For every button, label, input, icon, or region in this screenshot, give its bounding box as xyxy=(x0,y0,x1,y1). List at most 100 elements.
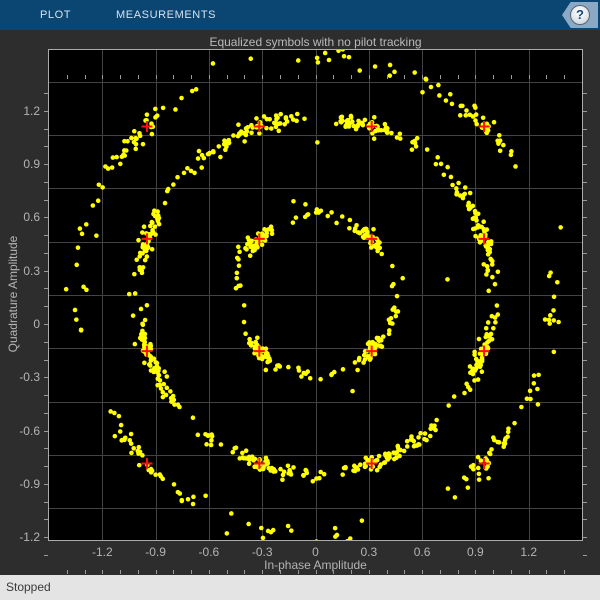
x-tick-label: 1.2 xyxy=(520,545,538,559)
plot-area[interactable] xyxy=(48,49,583,541)
axis-tick-mark xyxy=(44,342,48,343)
axis-tick-mark xyxy=(583,342,587,343)
x-tick-label: -1.2 xyxy=(91,545,113,559)
axis-tick-mark xyxy=(156,570,157,574)
scope-panel: Equalized symbols with no pilot tracking… xyxy=(0,30,600,575)
axis-tick-mark xyxy=(156,75,157,79)
status-bar: Stopped xyxy=(0,575,600,600)
x-tick-label: -0.6 xyxy=(198,545,220,559)
axis-tick-mark xyxy=(209,570,210,574)
axis-tick-mark xyxy=(44,182,48,183)
axis-tick-mark xyxy=(387,570,388,574)
axis-tick-mark xyxy=(546,570,547,574)
axis-tick-mark xyxy=(458,75,459,79)
axis-tick-mark xyxy=(583,519,587,520)
axis-tick-mark xyxy=(44,537,48,538)
axis-tick-mark xyxy=(227,570,228,574)
axis-tick-mark xyxy=(583,271,587,272)
axis-tick-mark xyxy=(583,200,587,201)
axis-tick-mark xyxy=(44,448,48,449)
axis-tick-mark xyxy=(44,466,48,467)
axis-tick-mark xyxy=(316,570,317,574)
axis-tick-mark xyxy=(44,555,48,556)
axis-tick-mark xyxy=(244,570,245,574)
constellation-plot-canvas[interactable] xyxy=(49,50,582,540)
axis-tick-mark xyxy=(44,200,48,201)
axis-tick-mark xyxy=(351,570,352,574)
axis-tick-mark xyxy=(85,75,86,79)
y-tick-label: 0.9 xyxy=(23,157,40,172)
constellation-diagram-window: PLOT MEASUREMENTS ? Equalized symbols wi… xyxy=(0,0,600,600)
axis-tick-mark xyxy=(138,570,139,574)
axis-tick-mark xyxy=(191,75,192,79)
y-tick-label: -0.3 xyxy=(19,370,40,385)
axis-tick-mark xyxy=(44,217,48,218)
y-tick-label: 0 xyxy=(33,317,40,331)
axis-tick-mark xyxy=(102,570,103,574)
axis-tick-mark xyxy=(387,75,388,79)
axis-tick-mark xyxy=(404,75,405,79)
axis-tick-mark xyxy=(67,570,68,574)
axis-tick-mark xyxy=(493,75,494,79)
axis-tick-mark xyxy=(44,377,48,378)
axis-tick-mark xyxy=(493,570,494,574)
axis-tick-mark xyxy=(458,570,459,574)
axis-tick-mark xyxy=(583,360,587,361)
axis-tick-mark xyxy=(44,146,48,147)
axis-tick-mark xyxy=(583,502,587,503)
axis-tick-mark xyxy=(138,75,139,79)
axis-tick-mark xyxy=(44,271,48,272)
axis-tick-mark xyxy=(583,484,587,485)
axis-tick-mark xyxy=(583,448,587,449)
axis-tick-mark xyxy=(44,111,48,112)
axis-tick-mark xyxy=(44,519,48,520)
x-tick-label: -0.9 xyxy=(145,545,166,559)
axis-tick-mark xyxy=(351,75,352,79)
axis-tick-mark xyxy=(280,75,281,79)
axis-tick-mark xyxy=(102,75,103,79)
axis-tick-mark xyxy=(546,75,547,79)
axis-tick-mark xyxy=(209,75,210,79)
axis-tick-mark xyxy=(44,253,48,254)
axis-tick-mark xyxy=(583,182,587,183)
y-tick-label: -1.2 xyxy=(19,530,40,545)
axis-tick-mark xyxy=(173,75,174,79)
axis-tick-mark xyxy=(244,75,245,79)
axis-tick-mark xyxy=(564,570,565,574)
axis-tick-mark xyxy=(583,129,587,130)
axis-tick-mark xyxy=(511,75,512,79)
axis-tick-mark xyxy=(120,570,121,574)
axis-tick-mark xyxy=(280,570,281,574)
axis-tick-mark xyxy=(44,306,48,307)
axis-tick-mark xyxy=(583,164,587,165)
axis-tick-mark xyxy=(583,555,587,556)
axis-tick-mark xyxy=(422,570,423,574)
axis-tick-mark xyxy=(583,253,587,254)
axis-tick-mark xyxy=(227,75,228,79)
tab-plot[interactable]: PLOT xyxy=(40,0,71,30)
axis-tick-mark xyxy=(564,75,565,79)
tab-measurements[interactable]: MEASUREMENTS xyxy=(116,0,216,30)
axis-tick-mark xyxy=(173,570,174,574)
axis-tick-mark xyxy=(583,413,587,414)
axis-tick-mark xyxy=(44,484,48,485)
axis-tick-mark xyxy=(583,324,587,325)
axis-tick-mark xyxy=(440,570,441,574)
axis-tick-mark xyxy=(316,75,317,79)
axis-tick-mark xyxy=(120,75,121,79)
axis-tick-mark xyxy=(583,431,587,432)
question-mark-icon: ? xyxy=(570,5,590,25)
axis-tick-mark xyxy=(333,570,334,574)
axis-tick-mark xyxy=(44,431,48,432)
axis-tick-mark xyxy=(262,75,263,79)
axis-tick-mark xyxy=(583,306,587,307)
axis-tick-mark xyxy=(369,75,370,79)
help-button[interactable]: ? xyxy=(562,2,598,28)
axis-tick-mark xyxy=(44,164,48,165)
axis-tick-mark xyxy=(44,129,48,130)
axis-tick-mark xyxy=(583,235,587,236)
axis-tick-mark xyxy=(44,413,48,414)
axis-tick-mark xyxy=(583,395,587,396)
axis-tick-mark xyxy=(404,570,405,574)
axis-tick-mark xyxy=(191,570,192,574)
